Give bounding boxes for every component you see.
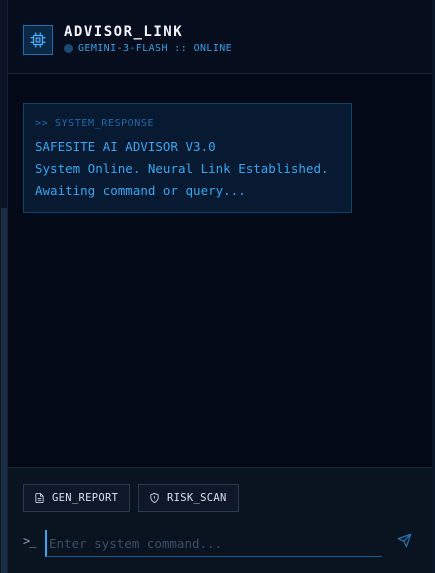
status-text: GEMINI-3-FLASH :: ONLINE — [78, 43, 233, 54]
message-log[interactable]: >> SYSTEM_RESPONSE SAFESITE AI ADVISOR V… — [8, 75, 432, 467]
terminal-prompt-icon: >_ — [23, 534, 36, 548]
scrollbar-track[interactable] — [0, 0, 8, 573]
message-line: SAFESITE AI ADVISOR V3.0 — [35, 139, 216, 154]
command-footer: GEN_REPORT RISK_SCAN >_ — [8, 467, 432, 573]
gen-report-button[interactable]: GEN_REPORT — [23, 484, 130, 512]
message-tag: >> SYSTEM_RESPONSE — [35, 118, 155, 129]
send-button[interactable] — [394, 532, 414, 552]
cpu-chip-icon — [23, 25, 53, 55]
status-dot-icon — [64, 44, 73, 53]
system-response-card: >> SYSTEM_RESPONSE SAFESITE AI ADVISOR V… — [23, 103, 352, 213]
risk-scan-button[interactable]: RISK_SCAN — [138, 484, 239, 512]
send-icon — [397, 533, 412, 552]
panel-header: ADVISOR_LINK GEMINI-3-FLASH :: ONLINE — [8, 0, 432, 74]
shield-icon — [149, 492, 160, 504]
command-input[interactable] — [45, 530, 382, 557]
risk-scan-label: RISK_SCAN — [167, 492, 227, 504]
document-icon — [34, 492, 45, 504]
advisor-panel: ADVISOR_LINK GEMINI-3-FLASH :: ONLINE >>… — [0, 0, 435, 573]
connection-status: GEMINI-3-FLASH :: ONLINE — [64, 43, 232, 54]
panel-title: ADVISOR_LINK — [64, 24, 184, 40]
message-line: Awaiting command or query... — [35, 183, 246, 198]
message-line: System Online. Neural Link Established. — [35, 161, 329, 176]
scrollbar-thumb[interactable] — [1, 208, 7, 573]
gen-report-label: GEN_REPORT — [52, 492, 119, 504]
